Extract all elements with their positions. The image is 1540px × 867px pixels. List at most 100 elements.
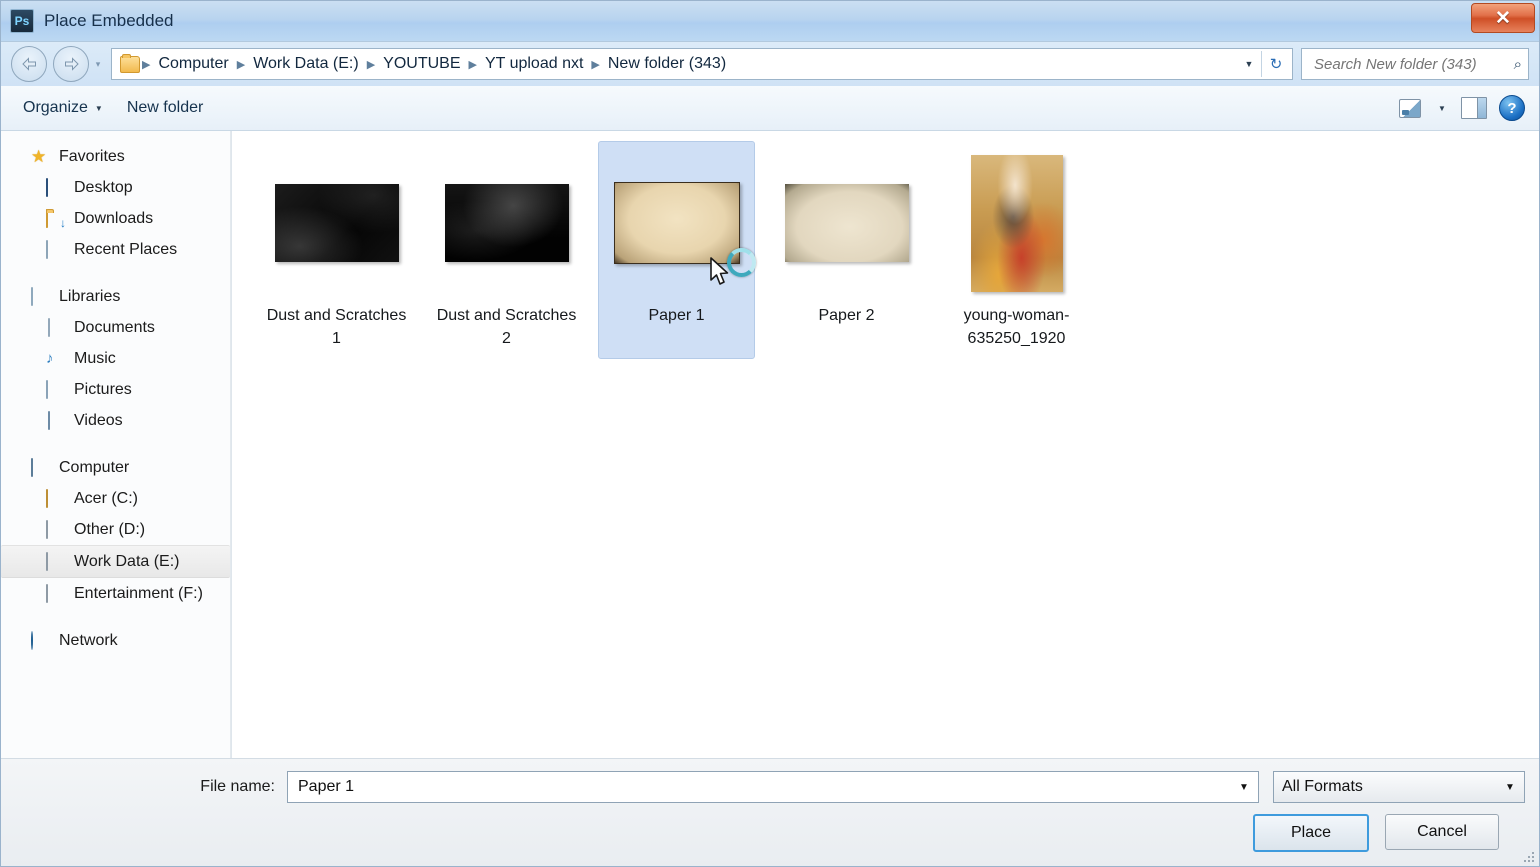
- sidebar-item-other-d[interactable]: Other (D:): [1, 514, 230, 545]
- chevron-down-icon[interactable]: ▼: [1237, 51, 1261, 77]
- help-button[interactable]: ?: [1495, 93, 1529, 123]
- file-list[interactable]: Dust and Scratches 1 Dust and Scratches …: [232, 131, 1539, 758]
- close-icon: ✕: [1495, 7, 1511, 29]
- sidebar-item-recent-places[interactable]: Recent Places: [1, 234, 230, 265]
- drive-icon: [46, 489, 65, 508]
- nav-group-network: Network: [1, 625, 230, 656]
- breadcrumb-item-yt-upload-nxt[interactable]: YT upload nxt: [479, 53, 589, 75]
- view-mode-button[interactable]: [1393, 93, 1427, 123]
- breadcrumb-item-new-folder[interactable]: New folder (343): [602, 53, 732, 75]
- sidebar-label-other-d: Other (D:): [74, 520, 146, 538]
- view-mode-dropdown-button[interactable]: ▼: [1431, 93, 1453, 123]
- sidebar-label-favorites: Favorites: [59, 147, 125, 165]
- sidebar-item-music[interactable]: ♪ Music: [1, 343, 230, 374]
- file-name-label: Paper 1: [648, 307, 705, 324]
- thumbnail-wrap: [263, 148, 410, 298]
- breadcrumb-separator-2[interactable]: ▶: [365, 58, 377, 71]
- chevron-down-icon[interactable]: ▼: [1232, 773, 1256, 801]
- sidebar-item-computer[interactable]: Computer: [1, 452, 230, 483]
- search-box[interactable]: ⌕: [1301, 48, 1529, 80]
- file-name-input[interactable]: [296, 777, 1232, 797]
- file-thumbnail: [613, 182, 740, 264]
- sidebar-label-acer-c: Acer (C:): [74, 489, 138, 507]
- photoshop-icon: Ps: [10, 9, 34, 33]
- address-bar[interactable]: ▶ Computer ▶ Work Data (E:) ▶ YOUTUBE ▶ …: [111, 48, 1293, 80]
- place-button[interactable]: Place: [1253, 814, 1369, 852]
- nav-group-favorites: ★ Favorites Desktop Downloads Recent Pla…: [1, 141, 230, 265]
- file-item-dust-and-scratches-2[interactable]: Dust and Scratches 2: [428, 141, 585, 359]
- resize-grip[interactable]: [1520, 848, 1534, 862]
- breadcrumb-separator-1[interactable]: ▶: [235, 58, 247, 71]
- sidebar-item-videos[interactable]: Videos: [1, 405, 230, 436]
- recent-places-icon: [46, 240, 65, 259]
- sidebar-item-acer-c[interactable]: Acer (C:): [1, 483, 230, 514]
- sidebar-item-desktop[interactable]: Desktop: [1, 172, 230, 203]
- place-embedded-dialog: Ps Place Embedded ✕ ▾ ▶ Computer ▶ Work …: [0, 0, 1540, 867]
- breadcrumb-separator-3[interactable]: ▶: [467, 58, 479, 71]
- title-bar: Ps Place Embedded ✕: [1, 1, 1539, 42]
- sidebar-label-desktop: Desktop: [74, 178, 133, 196]
- sidebar-item-network[interactable]: Network: [1, 625, 230, 656]
- cancel-button-label: Cancel: [1417, 823, 1467, 840]
- sidebar-item-documents[interactable]: Documents: [1, 312, 230, 343]
- preview-pane-icon: [1461, 97, 1487, 119]
- sidebar-label-pictures: Pictures: [74, 380, 132, 398]
- footer-button-row: Place Cancel: [15, 814, 1525, 852]
- breadcrumb-separator-0[interactable]: ▶: [140, 58, 152, 71]
- sidebar-label-libraries: Libraries: [59, 287, 121, 305]
- sidebar-item-pictures[interactable]: Pictures: [1, 374, 230, 405]
- sidebar-label-work-data-e: Work Data (E:): [74, 552, 180, 570]
- toolbar-right-group: ▼ ?: [1393, 93, 1529, 123]
- breadcrumb-item-work-data[interactable]: Work Data (E:): [247, 53, 365, 75]
- new-folder-label: New folder: [126, 99, 204, 116]
- forward-button[interactable]: [53, 46, 89, 82]
- videos-icon: [46, 411, 65, 430]
- navigation-sidebar: ★ Favorites Desktop Downloads Recent Pla…: [1, 131, 231, 758]
- view-mode-icon: [1399, 98, 1421, 118]
- dialog-body: ★ Favorites Desktop Downloads Recent Pla…: [1, 131, 1539, 758]
- chevron-down-icon: ▼: [1438, 103, 1446, 113]
- sidebar-label-documents: Documents: [74, 318, 155, 336]
- file-thumbnail: [970, 154, 1063, 292]
- sidebar-item-entertainment-f[interactable]: Entertainment (F:): [1, 578, 230, 609]
- close-button[interactable]: ✕: [1471, 3, 1535, 33]
- preview-pane-button[interactable]: [1457, 93, 1491, 123]
- dialog-footer: File name: ▼ All Formats ▼ Place Cancel: [1, 758, 1539, 866]
- file-item-dust-and-scratches-1[interactable]: Dust and Scratches 1: [258, 141, 415, 359]
- sidebar-item-favorites[interactable]: ★ Favorites: [1, 141, 230, 172]
- file-item-paper-2[interactable]: Paper 2: [768, 141, 925, 359]
- sidebar-item-work-data-e[interactable]: Work Data (E:): [1, 545, 230, 578]
- back-button[interactable]: [11, 46, 47, 82]
- address-bar-row: ▾ ▶ Computer ▶ Work Data (E:) ▶ YOUTUBE …: [1, 42, 1539, 86]
- drive-icon: [46, 520, 65, 539]
- breadcrumb-item-youtube[interactable]: YOUTUBE: [377, 53, 466, 75]
- sidebar-label-entertainment-f: Entertainment (F:): [74, 584, 203, 602]
- window-title: Place Embedded: [44, 11, 174, 30]
- breadcrumb-separator-4[interactable]: ▶: [589, 58, 601, 71]
- drive-icon: [46, 552, 65, 571]
- search-icon: ⌕: [1513, 55, 1522, 73]
- history-dropdown-button[interactable]: ▾: [91, 59, 105, 70]
- sidebar-item-libraries[interactable]: Libraries: [1, 281, 230, 312]
- refresh-icon[interactable]: ↻: [1261, 51, 1290, 77]
- organize-label: Organize: [23, 99, 88, 116]
- organize-menu-button[interactable]: Organize ▼: [11, 93, 115, 123]
- sidebar-item-downloads[interactable]: Downloads: [1, 203, 230, 234]
- file-item-young-woman[interactable]: young-woman-635250_1920: [938, 141, 1095, 359]
- thumbnail-wrap: [943, 148, 1090, 298]
- new-folder-button[interactable]: New folder: [115, 93, 215, 123]
- breadcrumb-item-computer[interactable]: Computer: [152, 53, 234, 75]
- breadcrumb: ▶ Computer ▶ Work Data (E:) ▶ YOUTUBE ▶ …: [140, 53, 732, 75]
- file-name-combobox[interactable]: ▼: [287, 771, 1259, 803]
- desktop-icon: [46, 178, 65, 197]
- documents-icon: [46, 318, 65, 337]
- computer-icon: [31, 458, 50, 477]
- sidebar-label-videos: Videos: [74, 411, 123, 429]
- file-name-row: File name: ▼ All Formats ▼: [15, 771, 1525, 803]
- search-input[interactable]: [1312, 54, 1510, 74]
- file-format-select[interactable]: All Formats ▼: [1273, 771, 1525, 803]
- sidebar-label-network: Network: [59, 631, 118, 649]
- sidebar-label-downloads: Downloads: [74, 209, 154, 227]
- file-item-paper-1[interactable]: Paper 1: [598, 141, 756, 360]
- cancel-button[interactable]: Cancel: [1385, 814, 1499, 850]
